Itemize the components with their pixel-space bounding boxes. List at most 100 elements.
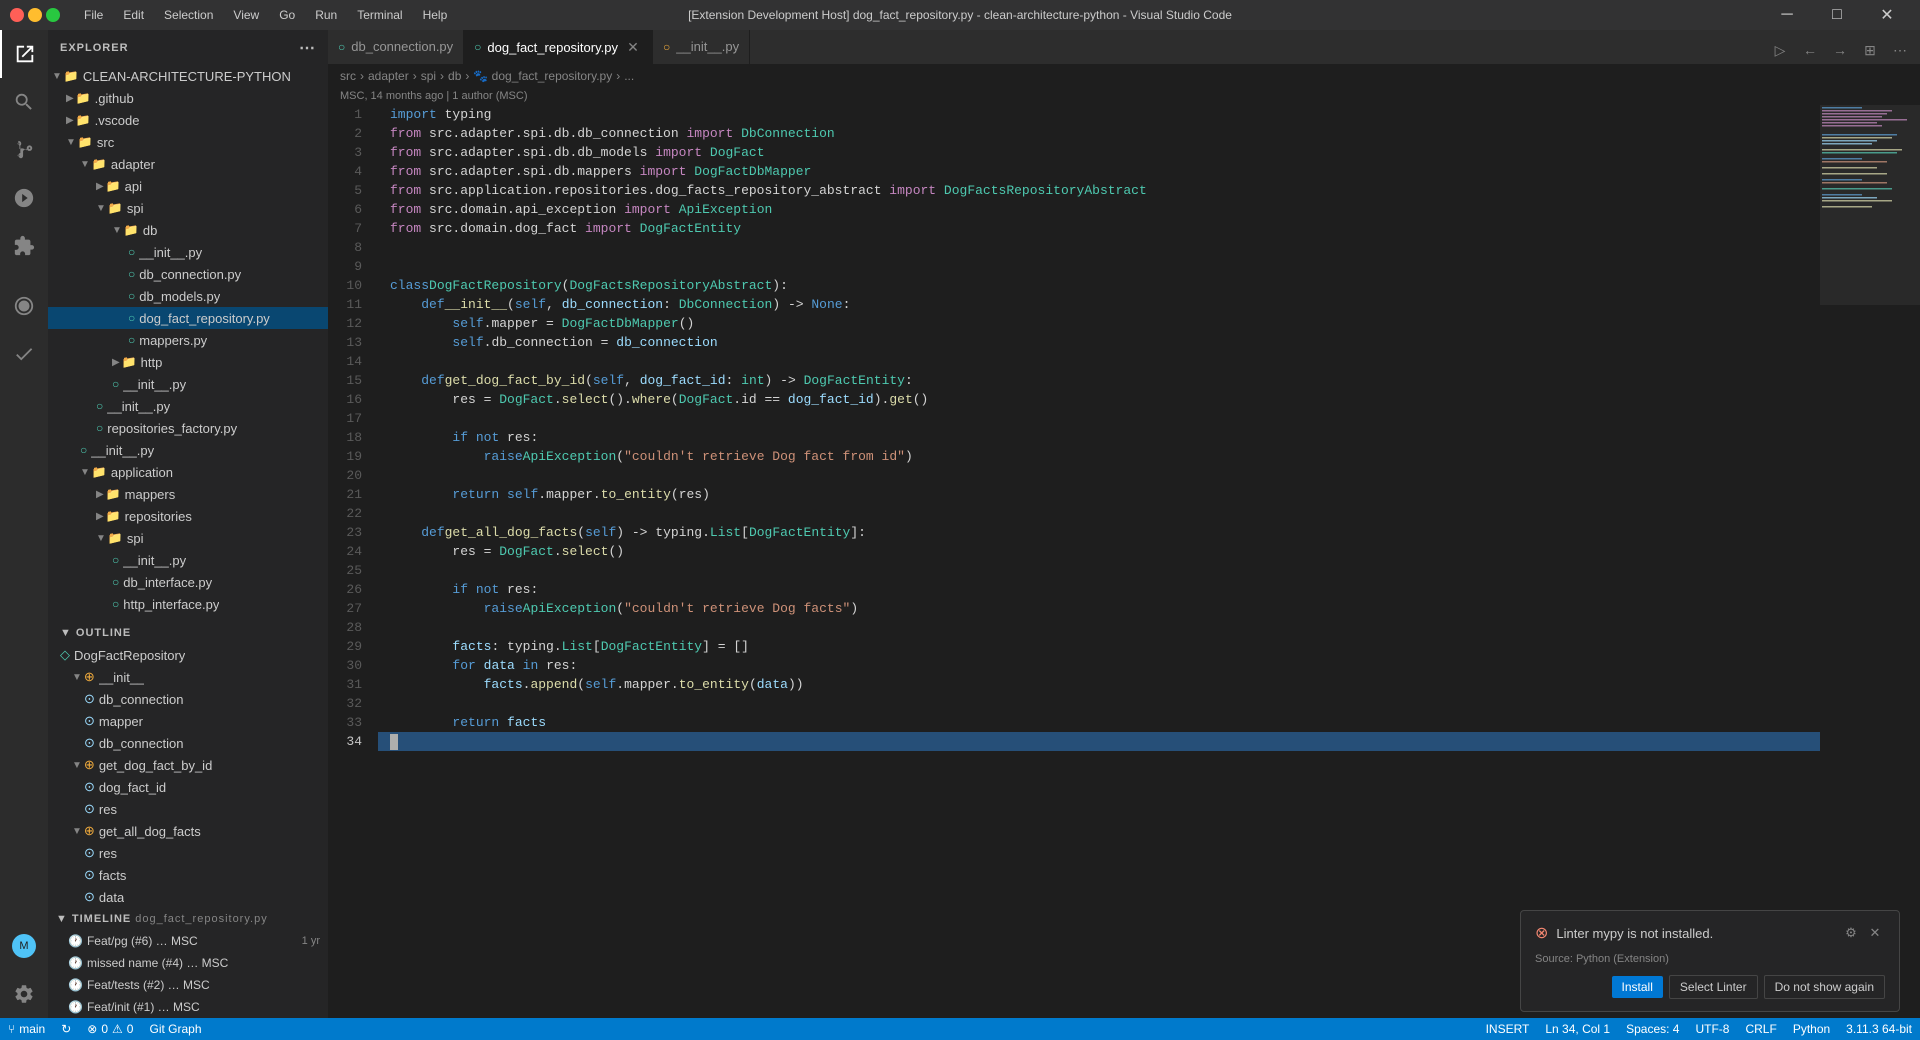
outline-item-dogfactrepo[interactable]: ◇ DogFactRepository [48, 644, 328, 666]
timeline-item-3[interactable]: 🕐 Feat/init (#1) … MSC [48, 996, 328, 1018]
encoding-status[interactable]: UTF-8 [1687, 1018, 1737, 1040]
sidebar-item-spi[interactable]: ▼ 📁 spi [48, 197, 328, 219]
sidebar-item-db-init[interactable]: ○ __init__.py [48, 241, 328, 263]
chevron-right-icon: ▶ [96, 511, 104, 522]
sidebar-item-vscode[interactable]: ▶ 📁 .vscode [48, 109, 328, 131]
outline-item-get-by-id[interactable]: ▼ ⊕ get_dog_fact_by_id [48, 754, 328, 776]
menu-run[interactable]: Run [307, 6, 345, 24]
select-linter-button[interactable]: Select Linter [1669, 975, 1758, 999]
outline-item-dog-fact-id[interactable]: ⊙ dog_fact_id [48, 776, 328, 798]
timeline-item-2[interactable]: 🕐 Feat/tests (#2) … MSC [48, 974, 328, 996]
split-editor-button[interactable]: ⊞ [1856, 36, 1884, 64]
sidebar-item-spi-init[interactable]: ○ __init__.py [48, 373, 328, 395]
more-actions-button[interactable]: ⋯ [1886, 36, 1914, 64]
sidebar-item-app-mappers[interactable]: ▶ 📁 mappers [48, 483, 328, 505]
sidebar-item-adapter-init[interactable]: ○ __init__.py [48, 395, 328, 417]
outline-title: OUTLINE [76, 627, 131, 639]
sidebar-item-db-models[interactable]: ○ db_models.py [48, 285, 328, 307]
tab-init[interactable]: ○ __init__.py [653, 30, 750, 64]
sidebar-item-repo-factory[interactable]: ○ repositories_factory.py [48, 417, 328, 439]
menu-file[interactable]: File [76, 6, 111, 24]
timeline-item-0[interactable]: 🕐 Feat/pg (#6) … MSC 1 yr [48, 930, 328, 952]
source-control-icon[interactable] [0, 126, 48, 174]
sidebar-item-db-interface[interactable]: ○ db_interface.py [48, 571, 328, 593]
explorer-icon[interactable] [0, 30, 48, 78]
project-root[interactable]: ▼ 📁 CLEAN-ARCHITECTURE-PYTHON [48, 65, 328, 87]
insert-mode-status[interactable]: INSERT [1478, 1018, 1538, 1040]
notification-close-button[interactable]: ✕ [1865, 923, 1885, 943]
go-back-button[interactable]: ← [1796, 36, 1824, 64]
sidebar-item-dog-fact-repo[interactable]: ○ dog_fact_repository.py [48, 307, 328, 329]
sidebar-item-api[interactable]: ▶ 📁 api [48, 175, 328, 197]
sidebar-item-github[interactable]: ▶ 📁 .github [48, 87, 328, 109]
notification-settings-button[interactable]: ⚙ [1841, 923, 1861, 943]
do-not-show-button[interactable]: Do not show again [1764, 975, 1885, 999]
outline-item-res2[interactable]: ⊙ res [48, 842, 328, 864]
python-version-status[interactable]: 3.11.3 64-bit [1838, 1018, 1920, 1040]
menu-edit[interactable]: Edit [115, 6, 152, 24]
language-status[interactable]: Python [1785, 1018, 1838, 1040]
tab-db-connection[interactable]: ○ db_connection.py [328, 30, 464, 64]
editor-content[interactable]: 1 2 3 4 5 6 7 8 9 10 11 12 13 14 15 16 1… [328, 105, 1920, 1018]
errors-status[interactable]: ⊗ 0 ⚠ 0 [79, 1018, 141, 1040]
breadcrumb-file[interactable]: 🐾 dog_fact_repository.py [473, 69, 612, 83]
remote-icon[interactable] [0, 282, 48, 330]
menu-view[interactable]: View [225, 6, 267, 24]
code-editor[interactable]: import typing from src.adapter.spi.db.db… [378, 105, 1820, 1018]
sidebar-item-adapter[interactable]: ▼ 📁 adapter [48, 153, 328, 175]
timeline-item-1[interactable]: 🕐 missed name (#4) … MSC [48, 952, 328, 974]
sidebar-item-src-init[interactable]: ○ __init__.py [48, 439, 328, 461]
sidebar-item-mappers[interactable]: ○ mappers.py [48, 329, 328, 351]
menu-selection[interactable]: Selection [156, 6, 221, 24]
run-debug-icon[interactable] [0, 174, 48, 222]
eol-status[interactable]: CRLF [1737, 1018, 1784, 1040]
git-graph-status[interactable]: Git Graph [141, 1018, 209, 1040]
sidebar-item-http[interactable]: ▶ 📁 http [48, 351, 328, 373]
sidebar-item-application[interactable]: ▼ 📁 application [48, 461, 328, 483]
breadcrumb-db[interactable]: db [448, 69, 461, 83]
sync-status[interactable]: ↻ [53, 1018, 79, 1040]
minimize-button[interactable]: ─ [1764, 0, 1810, 30]
tab-close-button[interactable]: ✕ [624, 38, 642, 56]
close-button[interactable]: ✕ [1864, 0, 1910, 30]
outline-item-data[interactable]: ⊙ data [48, 886, 328, 908]
sidebar-item-repositories[interactable]: ▶ 📁 repositories [48, 505, 328, 527]
settings-icon[interactable] [0, 970, 48, 1018]
sidebar-item-db-connection[interactable]: ○ db_connection.py [48, 263, 328, 285]
sidebar-item-http-interface[interactable]: ○ http_interface.py [48, 593, 328, 615]
outline-item-db-conn-var2[interactable]: ⊙ db_connection [48, 732, 328, 754]
menu-help[interactable]: Help [415, 6, 456, 24]
outline-header[interactable]: ▼ OUTLINE [48, 622, 328, 644]
extensions-icon[interactable] [0, 222, 48, 270]
tab-dog-fact-repo[interactable]: ○ dog_fact_repository.py ✕ [464, 30, 653, 64]
install-button[interactable]: Install [1612, 976, 1663, 998]
accounts-icon[interactable]: M [0, 922, 48, 970]
run-button[interactable]: ▷ [1766, 36, 1794, 64]
outline-item-db-conn-var[interactable]: ⊙ db_connection [48, 688, 328, 710]
git-branch-status[interactable]: ⑂ main [0, 1018, 53, 1040]
outline-item-facts[interactable]: ⊙ facts [48, 864, 328, 886]
search-icon[interactable] [0, 78, 48, 126]
cursor-pos-status[interactable]: Ln 34, Col 1 [1537, 1018, 1618, 1040]
sidebar-item-app-spi[interactable]: ▼ 📁 spi [48, 527, 328, 549]
go-forward-button[interactable]: → [1826, 36, 1854, 64]
spaces-status[interactable]: Spaces: 4 [1618, 1018, 1687, 1040]
outline-item-mapper-var[interactable]: ⊙ mapper [48, 710, 328, 732]
explorer-more-button[interactable]: ⋯ [299, 38, 316, 58]
maximize-button[interactable]: □ [1814, 0, 1860, 30]
outline-item-res[interactable]: ⊙ res [48, 798, 328, 820]
sidebar-item-src[interactable]: ▼ 📁 src [48, 131, 328, 153]
py-file-icon: ○ [663, 40, 670, 54]
breadcrumb-symbol[interactable]: ... [624, 69, 634, 83]
menu-terminal[interactable]: Terminal [349, 6, 410, 24]
outline-item-init[interactable]: ▼ ⊕ __init__ [48, 666, 328, 688]
test-icon[interactable] [0, 330, 48, 378]
breadcrumb-spi[interactable]: spi [421, 69, 436, 83]
outline-item-get-all[interactable]: ▼ ⊕ get_all_dog_facts [48, 820, 328, 842]
sidebar-item-db[interactable]: ▼ 📁 db [48, 219, 328, 241]
menu-go[interactable]: Go [271, 6, 303, 24]
sidebar-item-app-spi-init[interactable]: ○ __init__.py [48, 549, 328, 571]
breadcrumb-adapter[interactable]: adapter [368, 69, 409, 83]
breadcrumb-src[interactable]: src [340, 69, 356, 83]
timeline-header[interactable]: ▼ TIMELINE dog_fact_repository.py [48, 908, 328, 930]
